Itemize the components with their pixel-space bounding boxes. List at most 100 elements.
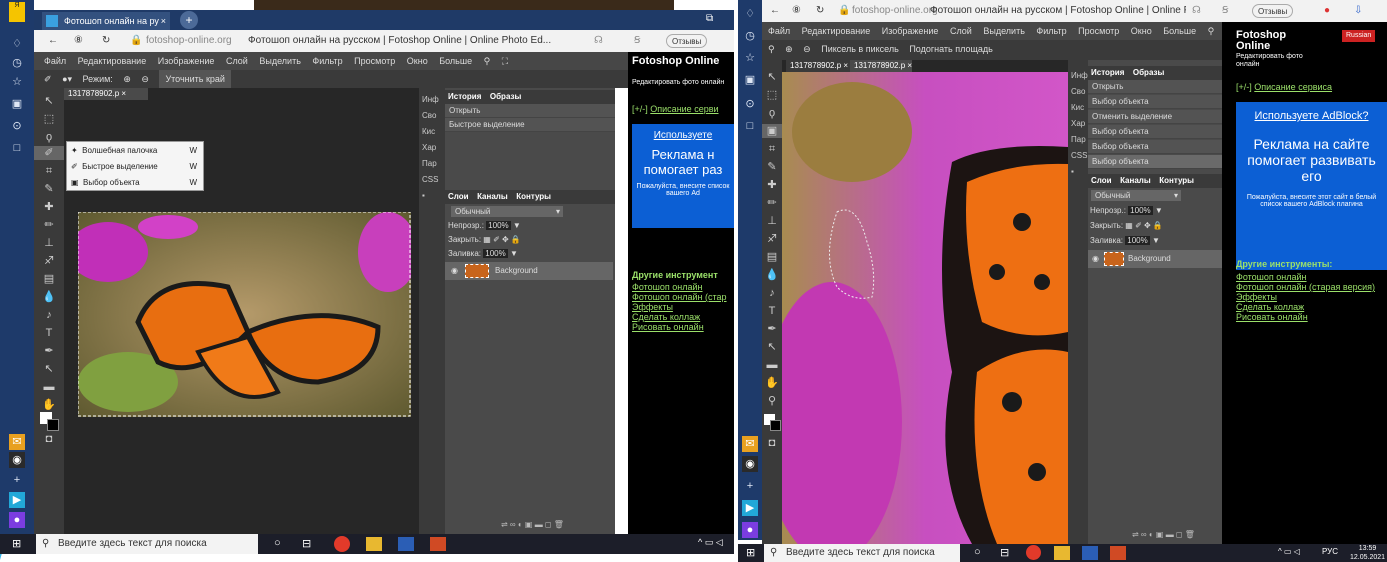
mode-add-icon[interactable]: ⊕ (123, 70, 131, 88)
menu-view[interactable]: Просмотр (1078, 22, 1119, 40)
reader-icon[interactable]: ☊ (594, 30, 603, 52)
path-select-icon[interactable]: ↖ (34, 362, 64, 376)
fill-input[interactable]: 100% (1125, 236, 1150, 245)
type-tool-icon[interactable]: T (34, 326, 64, 340)
side-label-paragraph[interactable]: Пар (419, 156, 445, 172)
translate-icon[interactable]: Ꞩ (1222, 0, 1228, 22)
quick-select-tool-icon[interactable]: ✐ (34, 146, 64, 160)
visibility-eye-icon[interactable]: ◉ (1092, 250, 1099, 268)
tray-icons[interactable]: ^ ▭ ◁ (698, 537, 723, 548)
side-label-info[interactable]: Инф (1068, 68, 1088, 84)
powerpoint-taskbar-icon[interactable] (430, 537, 446, 551)
browser-tab[interactable]: Фотошоп онлайн на ру × (42, 12, 170, 30)
dodge-tool-icon[interactable]: ♪ (34, 308, 64, 322)
windows-start-icon[interactable]: ⊞ (746, 546, 755, 559)
menu-file[interactable]: Файл (768, 22, 790, 40)
side-label-character[interactable]: Хар (1068, 116, 1088, 132)
bell-icon[interactable]: ♢ (742, 6, 758, 22)
layer-actions-icons[interactable]: ⇌ ∞ ◐ ▣ ▬ ◻ 🗑 (501, 520, 564, 529)
history-item-current[interactable]: Выбор объекта (1088, 155, 1222, 169)
input-language[interactable]: РУС (1322, 547, 1338, 556)
side-label-css[interactable]: CSS (419, 172, 445, 188)
explorer-taskbar-icon[interactable] (1054, 546, 1070, 560)
taskbar-search[interactable]: ⚲ Введите здесь текст для поиска (764, 544, 960, 562)
description-toggle[interactable]: [+/-] Описание серви (632, 104, 719, 114)
download-icon[interactable]: ⇩ (1354, 0, 1362, 22)
back-icon[interactable]: ← (770, 0, 780, 22)
mode-subtract-icon[interactable]: ⊖ (141, 70, 149, 88)
history-item[interactable]: Выбор объекта (1088, 125, 1222, 139)
menu-edit[interactable]: Редактирование (78, 52, 147, 70)
adblock-link[interactable]: Используете (632, 130, 734, 141)
path-select-icon[interactable]: ↖ (762, 340, 782, 354)
history-item[interactable]: Выбор объекта (1088, 140, 1222, 154)
link-collage[interactable]: Сделать коллаж (1236, 302, 1386, 312)
shape-tool-icon[interactable]: ▬ (34, 380, 64, 394)
new-tab-button[interactable]: + (180, 11, 198, 29)
link-draw[interactable]: Рисовать онлайн (632, 322, 734, 332)
document-tab[interactable]: 1317878902.p × (64, 88, 148, 100)
side-label-css[interactable]: CSS (1068, 148, 1088, 164)
lock-icons[interactable]: ▦ ✐ ✥ 🔒 (1125, 221, 1163, 230)
zoom-out-icon[interactable]: ⊖ (803, 40, 811, 58)
lock-icons[interactable]: ▦ ✐ ✥ 🔒 (483, 235, 521, 244)
alice-icon[interactable]: ● (742, 522, 758, 538)
tab-history[interactable]: История (1091, 66, 1124, 80)
star-icon[interactable]: ☆ (9, 74, 25, 90)
history-item[interactable]: Отменить выделение (1088, 110, 1222, 124)
tab-counter-icon[interactable]: □ (742, 118, 758, 134)
yandex-taskbar-icon[interactable] (1026, 545, 1041, 560)
menu-select[interactable]: Выделить (259, 52, 301, 70)
tab-snapshots[interactable]: Образы (1133, 66, 1164, 80)
media-play-icon[interactable]: ⊙ (742, 96, 758, 112)
tabs-menu-icon[interactable]: ⧉ (706, 13, 713, 24)
site-title[interactable]: Fotoshop Online (632, 56, 732, 67)
search-icon[interactable]: ⚲ (1208, 22, 1215, 40)
tab-channels[interactable]: Каналы (1120, 174, 1151, 188)
reader-icon[interactable]: ☊ (1192, 0, 1201, 22)
blend-mode-select[interactable]: Обычный ▾ (1091, 190, 1181, 201)
fill-input[interactable]: 100% (483, 249, 508, 258)
cortana-icon[interactable]: ○ (274, 537, 281, 549)
stamp-tool-icon[interactable]: ⊥ (34, 236, 64, 250)
eyedropper-tool-icon[interactable]: ✎ (762, 160, 782, 174)
menu-filter[interactable]: Фильтр (1036, 22, 1066, 40)
menu-more[interactable]: Больше (1163, 22, 1196, 40)
zoomed-butterfly-image[interactable] (782, 72, 1068, 544)
feedback-button[interactable]: Отзывы (666, 34, 708, 48)
marquee-tool-icon[interactable]: ⬚ (34, 112, 64, 126)
tab-counter-icon[interactable]: □ (9, 140, 25, 156)
messenger-icon[interactable]: ▶ (742, 500, 758, 516)
yandex-y-icon[interactable]: ⑧ (792, 0, 801, 22)
crop-tool-icon[interactable]: ⌗ (762, 142, 782, 156)
tab-layers[interactable]: Слои (448, 190, 469, 204)
collections-icon[interactable]: ▣ (742, 72, 758, 88)
link-collage[interactable]: Сделать коллаж (632, 312, 734, 322)
address-page-title[interactable]: Фотошоп онлайн на русском | Fotoshop Onl… (248, 30, 578, 52)
powerpoint-taskbar-icon[interactable] (1110, 546, 1126, 560)
history-item[interactable]: Открыть (445, 104, 615, 118)
menu-edit[interactable]: Редактирование (802, 22, 871, 40)
side-label-brush[interactable]: Кис (419, 124, 445, 140)
pen-tool-icon[interactable]: ✒ (34, 344, 64, 358)
move-tool-icon[interactable]: ↖ (762, 70, 782, 84)
word-taskbar-icon[interactable] (1082, 546, 1098, 560)
menu-layer[interactable]: Слой (226, 52, 248, 70)
tab-layers[interactable]: Слои (1091, 174, 1112, 188)
type-tool-icon[interactable]: T (762, 304, 782, 318)
flyout-item-quick-select[interactable]: ✐ Быстрое выделение W (71, 161, 201, 173)
history-item[interactable]: Выбор объекта (1088, 95, 1222, 109)
refine-edge-button[interactable]: Уточнить край (159, 70, 231, 88)
menu-filter[interactable]: Фильтр (312, 52, 342, 70)
back-icon[interactable]: ← (48, 30, 58, 52)
word-taskbar-icon[interactable] (398, 537, 414, 551)
menu-select[interactable]: Выделить (983, 22, 1025, 40)
task-view-icon[interactable]: ⊟ (1000, 546, 1009, 559)
opacity-input[interactable]: 100% (486, 221, 511, 230)
history-clock-icon[interactable]: ◷ (742, 28, 758, 44)
object-select-tool-icon[interactable]: ▣ (762, 124, 782, 138)
windows-start-icon[interactable]: ⊞ (12, 537, 21, 550)
lasso-tool-icon[interactable]: ϙ (762, 106, 782, 120)
mail-icon[interactable]: ✉ (9, 434, 25, 450)
search-icon[interactable]: ⚲ (484, 52, 491, 70)
